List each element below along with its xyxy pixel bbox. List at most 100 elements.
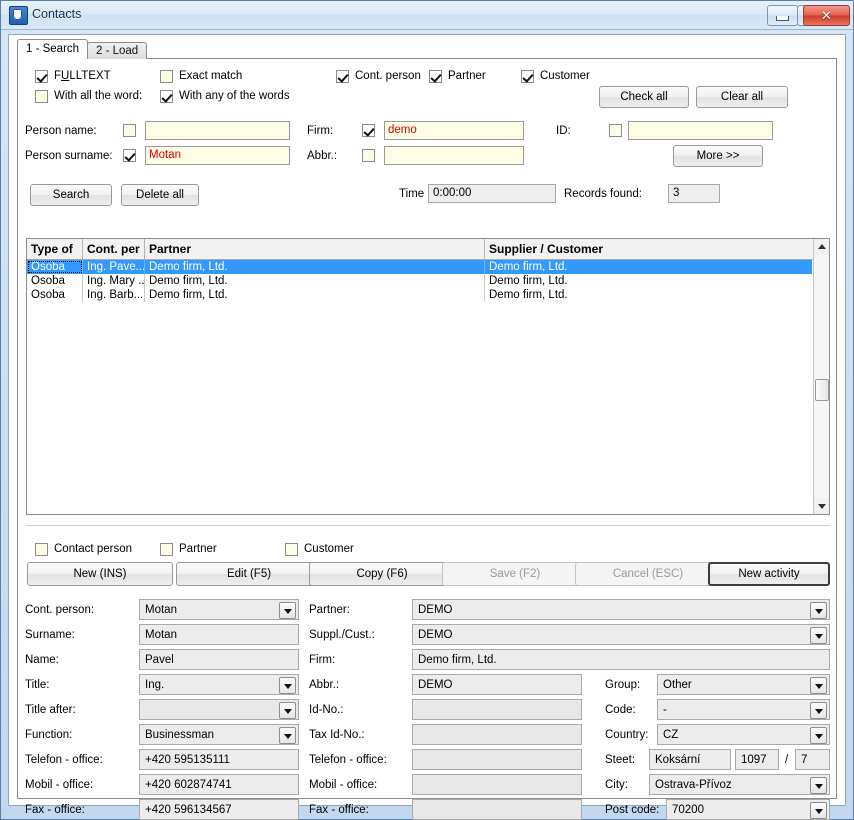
- checkbox-contact-person[interactable]: [35, 543, 48, 556]
- checkbox-person-name[interactable]: [123, 124, 136, 137]
- chevron-down-icon[interactable]: [810, 602, 827, 619]
- chevron-down-icon[interactable]: [810, 727, 827, 744]
- checkbox-detail-partner[interactable]: [160, 543, 173, 556]
- chevron-down-icon[interactable]: [279, 677, 296, 694]
- minimize-button[interactable]: [767, 5, 798, 26]
- checkbox-with-any-words[interactable]: [160, 90, 173, 103]
- field-street-orientation[interactable]: 7: [795, 749, 830, 770]
- checkbox-with-all-words[interactable]: [35, 90, 48, 103]
- cell-cont-person[interactable]: Ing. Mary ...: [83, 274, 145, 288]
- field-tax-id-no[interactable]: [412, 724, 582, 745]
- cell-type[interactable]: Osoba: [27, 288, 83, 302]
- input-person-name[interactable]: [145, 121, 290, 140]
- clear-all-button[interactable]: Clear all: [696, 86, 788, 108]
- checkbox-partner[interactable]: [429, 70, 442, 83]
- table-row[interactable]: Osoba Ing. Mary ... Demo firm, Ltd. Demo…: [27, 274, 812, 288]
- cell-partner[interactable]: Demo firm, Ltd.: [145, 288, 485, 302]
- field-title-after[interactable]: [139, 699, 299, 720]
- field-city[interactable]: Ostrava-Přívoz: [649, 774, 830, 795]
- field-firm[interactable]: Demo firm, Ltd.: [412, 649, 830, 670]
- cell-supplier-customer[interactable]: Demo firm, Ltd.: [485, 274, 815, 288]
- cell-supplier-customer[interactable]: Demo firm, Ltd.: [485, 288, 815, 302]
- field-abbr[interactable]: DEMO: [412, 674, 582, 695]
- checkbox-customer[interactable]: [521, 70, 534, 83]
- input-abbr[interactable]: [384, 146, 524, 165]
- new-activity-button[interactable]: New activity: [708, 562, 830, 586]
- chevron-down-icon[interactable]: [810, 677, 827, 694]
- chevron-down-icon[interactable]: [810, 702, 827, 719]
- cell-cont-person[interactable]: Ing. Pave...: [83, 260, 145, 274]
- cell-type[interactable]: Osoba: [27, 274, 83, 288]
- check-all-button[interactable]: Check all: [599, 86, 689, 108]
- search-button[interactable]: Search: [30, 184, 112, 206]
- grid-vertical-scrollbar[interactable]: [813, 239, 829, 514]
- checkbox-fulltext[interactable]: [35, 70, 48, 83]
- tab-load[interactable]: 2 - Load: [87, 42, 148, 59]
- chevron-down-icon[interactable]: [279, 702, 296, 719]
- input-id[interactable]: [628, 121, 773, 140]
- chevron-down-icon[interactable]: [279, 602, 296, 619]
- field-fax-office-2[interactable]: [412, 799, 582, 820]
- chevron-down-icon[interactable]: [279, 727, 296, 744]
- field-country[interactable]: CZ: [657, 724, 830, 745]
- input-person-surname[interactable]: Motan: [145, 146, 290, 165]
- scrollbar-thumb[interactable]: [815, 379, 829, 401]
- label-contact-person: Contact person: [54, 543, 132, 555]
- grid-header-type[interactable]: Type of: [27, 239, 83, 259]
- field-street-name[interactable]: Koksární: [649, 749, 731, 770]
- new-button[interactable]: New (INS): [27, 562, 173, 586]
- close-button[interactable]: ✕: [803, 5, 850, 26]
- field-post-code[interactable]: 70200: [666, 799, 830, 820]
- label-cont-person-field: Cont. person:: [25, 604, 95, 616]
- checkbox-detail-customer[interactable]: [285, 543, 298, 556]
- scroll-down-icon[interactable]: [814, 498, 829, 514]
- chevron-down-icon[interactable]: [810, 802, 827, 819]
- checkbox-exact-match[interactable]: [160, 70, 173, 83]
- label-fax-office-2: Fax - office:: [309, 804, 369, 816]
- field-mobil-office-1[interactable]: +420 602874741: [139, 774, 299, 795]
- cell-partner[interactable]: Demo firm, Ltd.: [145, 274, 485, 288]
- input-firm[interactable]: demo: [384, 121, 524, 140]
- field-group[interactable]: Other: [657, 674, 830, 695]
- field-name[interactable]: Pavel: [139, 649, 299, 670]
- edit-button[interactable]: Edit (F5): [176, 562, 322, 586]
- checkbox-cont-person[interactable]: [336, 70, 349, 83]
- field-id-no[interactable]: [412, 699, 582, 720]
- field-street-number[interactable]: 1097: [735, 749, 779, 770]
- field-partner[interactable]: DEMO: [412, 599, 830, 620]
- cell-supplier-customer[interactable]: Demo firm, Ltd.: [485, 260, 815, 274]
- chevron-down-icon[interactable]: [810, 627, 827, 644]
- copy-button[interactable]: Copy (F6): [309, 562, 455, 586]
- checkbox-abbr[interactable]: [362, 149, 375, 162]
- scroll-up-icon[interactable]: [814, 239, 829, 255]
- field-title[interactable]: Ing.: [139, 674, 299, 695]
- label-mobil-office-2: Mobil - office:: [309, 779, 378, 791]
- field-surname[interactable]: Motan: [139, 624, 299, 645]
- field-mobil-office-2[interactable]: [412, 774, 582, 795]
- chevron-down-icon[interactable]: [810, 777, 827, 794]
- field-telefon-office-2[interactable]: [412, 749, 582, 770]
- field-suppl-cust[interactable]: DEMO: [412, 624, 830, 645]
- table-row[interactable]: Osoba Ing. Barb... Demo firm, Ltd. Demo …: [27, 288, 812, 302]
- grid-header-cont-person[interactable]: Cont. per: [83, 239, 145, 259]
- tab-search[interactable]: 1 - Search: [17, 39, 89, 59]
- grid-header-partner[interactable]: Partner: [145, 239, 485, 259]
- street-separator: /: [785, 754, 789, 766]
- field-fax-office-1[interactable]: +420 596134567: [139, 799, 299, 820]
- cell-partner[interactable]: Demo firm, Ltd.: [145, 260, 485, 274]
- checkbox-firm[interactable]: [362, 124, 375, 137]
- more-button[interactable]: More >>: [673, 145, 763, 167]
- cell-cont-person[interactable]: Ing. Barb...: [83, 288, 145, 302]
- grid-header-supplier-customer[interactable]: Supplier / Customer: [485, 239, 815, 259]
- field-function[interactable]: Businessman: [139, 724, 299, 745]
- checkbox-person-surname[interactable]: [123, 149, 136, 162]
- delete-all-button[interactable]: Delete all: [121, 184, 199, 206]
- field-cont-person[interactable]: Motan: [139, 599, 299, 620]
- field-telefon-office-1[interactable]: +420 595135111: [139, 749, 299, 770]
- results-grid[interactable]: Type of Cont. per Partner Supplier / Cus…: [26, 238, 830, 515]
- cell-type[interactable]: Osoba: [27, 260, 83, 274]
- checkbox-id[interactable]: [609, 124, 622, 137]
- table-row[interactable]: Osoba Ing. Pave... Demo firm, Ltd. Demo …: [27, 260, 812, 274]
- value-group: Other: [663, 679, 692, 691]
- field-code[interactable]: -: [657, 699, 830, 720]
